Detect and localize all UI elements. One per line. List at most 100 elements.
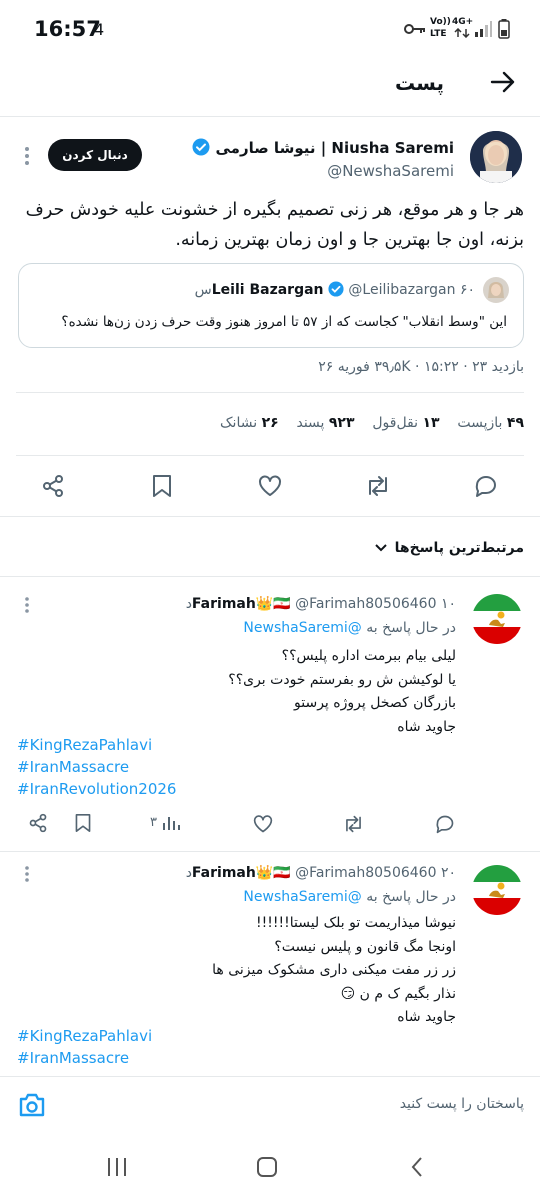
reply-1-reply-icon[interactable] bbox=[434, 814, 456, 834]
reply-1-author-name: Farimah bbox=[191, 596, 256, 612]
reply-1-views-count: ۳ bbox=[150, 815, 157, 830]
network-lte-label: LTE bbox=[430, 29, 447, 39]
stat-quotes-label: نقل‌قول bbox=[372, 415, 419, 431]
reply-1-line: لیلی بیام ببرمت اداره پلیس؟؟ bbox=[281, 648, 456, 664]
post-author-name: Niusha Saremi | نیوشا صارمی bbox=[215, 139, 454, 157]
actions-divider bbox=[0, 516, 540, 517]
status-bar: 16:57 4 Vo)) LTE 4G+ bbox=[0, 0, 540, 58]
reply-compose-bar[interactable]: پاسختان را پست کنید bbox=[0, 1077, 540, 1133]
post-author-handle[interactable]: @NewshaSaremi bbox=[327, 162, 454, 180]
replies-sort-dropdown[interactable]: مرتبط‌ترین پاسخ‌ها bbox=[374, 540, 524, 556]
quoted-post-text: این "وسط انقلاب" کجاست که از ۵۷ تا امروز… bbox=[61, 314, 507, 330]
reply-2-author-row: Farimah👑🇮🇷 @Farimah80506460 ۲۰د bbox=[186, 865, 456, 881]
reply-1-text: لیلی بیام ببرمت اداره پلیس؟؟ یا لوکیشن ش… bbox=[26, 645, 456, 739]
stat-reposts-label: بازپست bbox=[457, 415, 503, 431]
stat-bookmarks[interactable]: ۲۶ نشانک bbox=[220, 415, 279, 431]
status-time: 16:57 bbox=[34, 17, 101, 41]
follow-button-label: دنبال کردن bbox=[62, 148, 128, 162]
data-arrows-icon bbox=[454, 28, 470, 38]
quoted-post-card[interactable]: Leili Bazargan @Leilibazargan ۶۰س این "و… bbox=[18, 263, 524, 348]
post-meta-line: بازدید ۳۹٫۵K · ۱۵:۲۲ · ۲۳ فوریه ۲۶ bbox=[318, 359, 524, 375]
home-icon[interactable] bbox=[256, 1157, 278, 1177]
arrow-right-icon[interactable] bbox=[490, 70, 516, 94]
post-author-name-row: Niusha Saremi | نیوشا صارمی bbox=[192, 138, 454, 157]
notification-count: 4 bbox=[94, 20, 105, 39]
reply-2-replying-to-label: در حال پاسخ به bbox=[366, 889, 456, 905]
share-icon[interactable] bbox=[41, 474, 65, 498]
system-nav-bar bbox=[0, 1133, 540, 1200]
reply-1-share-icon[interactable] bbox=[28, 813, 48, 833]
reply-2-line: اونجا مگ قانون و پلیس نیست؟ bbox=[274, 938, 456, 955]
quoted-author-avatar bbox=[483, 277, 509, 303]
reply-2-replying-to-handle[interactable]: @NewshaSaremi bbox=[243, 889, 361, 905]
page-title: پست bbox=[394, 71, 444, 95]
verified-badge-icon bbox=[192, 138, 210, 156]
recent-apps-icon[interactable] bbox=[106, 1157, 128, 1177]
reply-1-author-emoji: 👑🇮🇷 bbox=[255, 596, 291, 612]
follow-button[interactable]: دنبال کردن bbox=[48, 139, 142, 171]
quoted-author-row: Leili Bazargan @Leilibazargan ۶۰س bbox=[195, 281, 475, 298]
reply-1-bookmark-icon[interactable] bbox=[74, 813, 92, 833]
stat-reposts[interactable]: ۴۹ بازپست bbox=[453, 415, 524, 431]
header-divider bbox=[0, 116, 540, 117]
reply-1-like-icon[interactable] bbox=[252, 814, 274, 834]
like-icon[interactable] bbox=[257, 474, 283, 498]
reply-1-author-handle: @Farimah80506460 bbox=[295, 596, 437, 612]
reply-1-repost-icon[interactable] bbox=[342, 814, 365, 834]
reply-1-hashtags: #KingRezaPahlavi #IranMassacre #IranRevo… bbox=[17, 734, 176, 800]
hashtag-link[interactable]: #IranRevolution2026 bbox=[17, 778, 176, 800]
reply-1-author-row: Farimah👑🇮🇷 @Farimah80506460 ۱۰د bbox=[186, 596, 456, 612]
stat-quotes[interactable]: ۱۳ نقل‌قول bbox=[368, 415, 440, 431]
reply-1-line: یا لوکیشن ش رو بفرستم خودت بری؟؟ bbox=[228, 671, 456, 688]
stat-likes-count: ۹۲۳ bbox=[328, 415, 355, 431]
reply-1-more-icon[interactable] bbox=[24, 596, 30, 614]
reply-2-author-name: Farimah bbox=[191, 865, 256, 881]
quoted-author-name: Leili Bazargan bbox=[211, 282, 324, 298]
hashtag-link[interactable]: #KingRezaPahlavi bbox=[17, 734, 176, 756]
stat-bookmarks-count: ۲۶ bbox=[261, 415, 279, 431]
reply-1-avatar[interactable] bbox=[472, 594, 522, 644]
reply-1-replying-to-handle[interactable]: @NewshaSaremi bbox=[243, 620, 361, 636]
reply-1-replying-to-label: در حال پاسخ به bbox=[366, 620, 456, 636]
reply-2-line: نیوشا میذاریمت تو بلک لیستا!!!!!! bbox=[256, 915, 456, 931]
reply-2-author-emoji: 👑🇮🇷 bbox=[255, 865, 291, 881]
reply-2-replying-to: در حال پاسخ به @NewshaSaremi bbox=[243, 889, 456, 905]
stat-quotes-count: ۱۳ bbox=[422, 415, 440, 431]
bookmark-icon[interactable] bbox=[151, 474, 173, 498]
reply-1-line: بازرگان کصخل پروژه پرستو bbox=[294, 695, 456, 711]
reply-2-line: زر زر مفت میکنی داری مشکوک میزنی ها bbox=[212, 962, 456, 978]
camera-icon[interactable] bbox=[18, 1092, 46, 1118]
meta-divider bbox=[16, 392, 524, 393]
chevron-down-icon bbox=[374, 544, 387, 552]
replies-sort-label: مرتبط‌ترین پاسخ‌ها bbox=[394, 540, 524, 556]
stat-likes[interactable]: ۹۲۳ پسند bbox=[292, 415, 355, 431]
reply-2-more-icon[interactable] bbox=[24, 865, 30, 883]
reply-2-avatar[interactable] bbox=[472, 865, 522, 915]
key-icon bbox=[404, 22, 426, 36]
reply-1-views-icon[interactable] bbox=[162, 814, 180, 832]
hashtag-link[interactable]: #IranMassacre bbox=[17, 756, 176, 778]
reply-icon[interactable] bbox=[473, 474, 499, 498]
more-options-icon[interactable] bbox=[24, 146, 30, 166]
reply-1-replying-to: در حال پاسخ به @NewshaSaremi bbox=[243, 620, 456, 636]
post-action-bar bbox=[0, 456, 540, 516]
quoted-author-handle: @Leilibazargan bbox=[348, 282, 456, 298]
signal-icon bbox=[474, 21, 492, 37]
post-stats-row: ۴۹ بازپست ۱۳ نقل‌قول ۹۲۳ پسند ۲۶ نشانک bbox=[220, 415, 524, 431]
reply-compose-input[interactable]: پاسختان را پست کنید bbox=[400, 1096, 524, 1112]
network-4g-label: 4G+ bbox=[452, 17, 474, 27]
back-icon[interactable] bbox=[410, 1157, 424, 1177]
post-text: هر جا و هر موقع، هر زنی تصمیم بگیره از خ… bbox=[25, 200, 524, 250]
hashtag-link[interactable]: #KingRezaPahlavi bbox=[17, 1025, 152, 1047]
hashtag-link[interactable]: #IranMassacre bbox=[17, 1047, 152, 1069]
quoted-verified-badge-icon bbox=[328, 281, 344, 297]
top-app-bar: پست bbox=[0, 58, 540, 116]
reply-1-action-bar: ۳ bbox=[0, 810, 540, 840]
battery-icon bbox=[498, 19, 510, 39]
reply-2-hashtags: #KingRezaPahlavi #IranMassacre bbox=[17, 1025, 152, 1069]
filter-divider bbox=[0, 576, 540, 577]
reply-divider bbox=[0, 851, 540, 852]
repost-icon[interactable] bbox=[364, 474, 392, 498]
post-author-avatar[interactable] bbox=[470, 131, 522, 183]
stat-bookmarks-label: نشانک bbox=[220, 415, 258, 431]
